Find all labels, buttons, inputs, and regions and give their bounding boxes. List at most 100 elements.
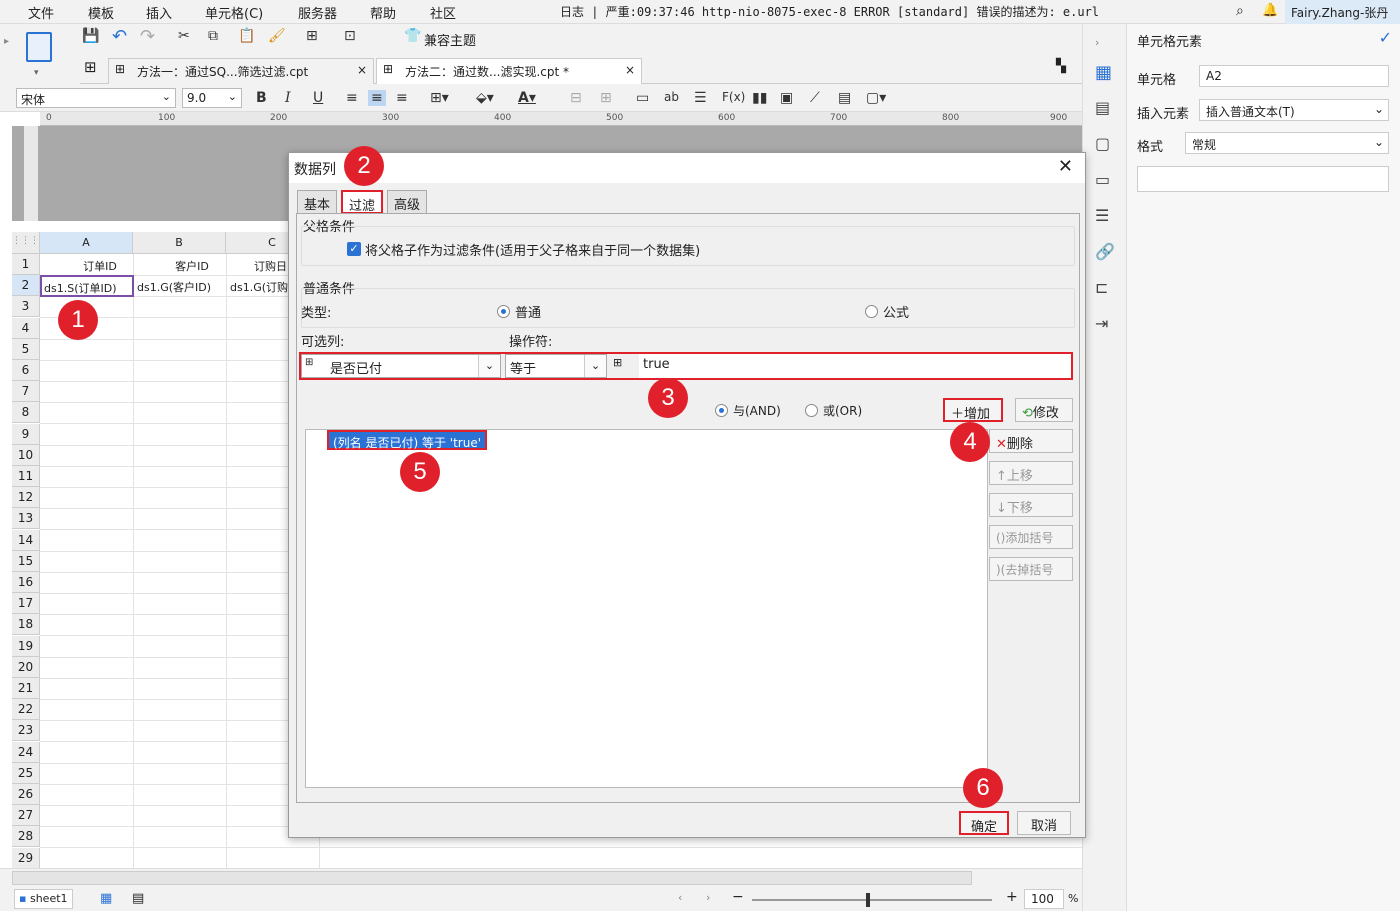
- column-header-b[interactable]: B: [133, 232, 226, 254]
- user-name[interactable]: Fairy.Zhang-张丹: [1285, 0, 1400, 24]
- row-header[interactable]: 9: [12, 423, 40, 445]
- format-select[interactable]: 常规 ⌄: [1185, 132, 1389, 154]
- cell-a2[interactable]: ds1.S(订单ID): [40, 275, 134, 297]
- row-header[interactable]: 18: [12, 614, 40, 636]
- border-icon[interactable]: ⊞▾: [430, 90, 449, 106]
- cell-b1[interactable]: 客户ID: [162, 258, 222, 274]
- image-icon[interactable]: ▣: [780, 90, 793, 106]
- menu-file[interactable]: 文件: [28, 3, 54, 22]
- close-icon[interactable]: ×: [357, 63, 367, 77]
- search-icon[interactable]: ⌕: [1236, 3, 1244, 19]
- file-tab-1[interactable]: ⊞ 方法一：通过SQ...筛选过滤.cpt ×: [108, 58, 374, 84]
- cell-element-icon[interactable]: ▦: [1095, 62, 1112, 83]
- condition-item[interactable]: (列名 是否已付) 等于 'true': [327, 430, 488, 450]
- select-all-corner[interactable]: ⋮⋮⋮: [12, 232, 40, 254]
- row-header[interactable]: 10: [12, 444, 40, 466]
- prev-page-icon[interactable]: ‹: [678, 891, 682, 904]
- row-header[interactable]: 2: [12, 275, 40, 297]
- condition-icon[interactable]: ▭: [1095, 170, 1110, 189]
- ok-button[interactable]: 确定: [959, 811, 1009, 835]
- insert-element-select[interactable]: 插入普通文本(T) ⌄: [1199, 99, 1389, 121]
- bell-icon[interactable]: 🔔: [1262, 3, 1278, 18]
- text-icon[interactable]: ab: [664, 90, 679, 104]
- search-template-icon[interactable]: ⊡: [344, 28, 356, 44]
- menu-server[interactable]: 服务器: [298, 3, 337, 22]
- widget-icon[interactable]: ▢: [1095, 134, 1110, 153]
- compat-theme-button[interactable]: 兼容主题: [424, 30, 476, 49]
- align-left-icon[interactable]: ≡: [346, 90, 358, 106]
- row-header[interactable]: 15: [12, 550, 40, 572]
- formula-icon[interactable]: F(x): [722, 90, 745, 104]
- tree-icon[interactable]: ⊏: [1095, 278, 1108, 297]
- modify-button[interactable]: ⟲修改: [1015, 398, 1073, 422]
- chevron-down-icon[interactable]: ▾: [34, 68, 39, 78]
- row-header[interactable]: 4: [12, 317, 40, 339]
- unmerge-icon[interactable]: ⊞: [600, 90, 612, 106]
- zoom-out-icon[interactable]: −: [732, 889, 744, 905]
- frame-icon[interactable]: ▢▾: [866, 90, 886, 106]
- font-size-select[interactable]: 9.0 ⌄: [182, 88, 242, 108]
- text-field-icon[interactable]: ▭: [636, 90, 649, 106]
- cell-attribute-icon[interactable]: ▤: [1095, 98, 1110, 117]
- import-icon[interactable]: ⇥: [1095, 314, 1108, 333]
- row-header[interactable]: 1: [12, 254, 40, 275]
- and-radio[interactable]: [715, 404, 728, 417]
- chart-icon[interactable]: ▮▮: [752, 90, 767, 106]
- menu-template[interactable]: 模板: [88, 3, 114, 22]
- row-header[interactable]: 8: [12, 402, 40, 424]
- row-header[interactable]: 26: [12, 784, 40, 805]
- grid-icon[interactable]: ⊞: [84, 58, 97, 76]
- cell-content-field[interactable]: [1137, 166, 1389, 192]
- link-icon[interactable]: 🔗: [1095, 242, 1115, 261]
- row-header[interactable]: 19: [12, 635, 40, 657]
- row-header[interactable]: 16: [12, 572, 40, 593]
- type-normal-radio[interactable]: [497, 305, 510, 318]
- row-header[interactable]: 14: [12, 529, 40, 551]
- align-center-icon[interactable]: ≡: [368, 90, 386, 106]
- undo-icon[interactable]: ↶: [112, 26, 127, 47]
- menu-community[interactable]: 社区: [430, 3, 456, 22]
- row-header[interactable]: 6: [12, 360, 40, 381]
- collapse-arrow-icon[interactable]: ›: [1095, 36, 1099, 49]
- cell-b2[interactable]: ds1.G(客户ID): [137, 279, 225, 295]
- row-header[interactable]: 20: [12, 656, 40, 678]
- fill-color-icon[interactable]: ⬙▾: [476, 90, 494, 106]
- subreport-icon[interactable]: ▤: [838, 90, 851, 106]
- row-header[interactable]: 27: [12, 805, 40, 827]
- next-page-icon[interactable]: ›: [706, 891, 710, 904]
- zoom-in-icon[interactable]: +: [1006, 889, 1018, 905]
- row-header[interactable]: 5: [12, 338, 40, 360]
- file-tab-2[interactable]: ⊞ 方法二：通过数...滤实现.cpt * ×: [376, 58, 642, 84]
- format-painter-icon[interactable]: 🖌: [268, 28, 286, 44]
- paste-icon[interactable]: 📋: [238, 28, 255, 44]
- menu-cell[interactable]: 单元格(C): [205, 3, 263, 22]
- tab-advanced[interactable]: 高级: [387, 190, 428, 214]
- richtext-icon[interactable]: ☰: [694, 90, 707, 106]
- row-header[interactable]: 25: [12, 762, 40, 784]
- theme-icon[interactable]: 👕: [404, 28, 421, 44]
- row-header[interactable]: 29: [12, 847, 40, 868]
- slash-icon[interactable]: ⟋: [810, 90, 820, 106]
- add-sheet-icon[interactable]: ▦: [100, 891, 112, 906]
- align-right-icon[interactable]: ≡: [396, 90, 408, 106]
- tab-basic[interactable]: 基本: [297, 190, 338, 214]
- move-down-button[interactable]: ↓下移: [989, 493, 1073, 517]
- italic-icon[interactable]: I: [285, 90, 291, 106]
- menu-help[interactable]: 帮助: [370, 3, 396, 22]
- underline-icon[interactable]: U: [313, 90, 323, 106]
- type-formula-radio[interactable]: [865, 305, 878, 318]
- zoom-slider[interactable]: [752, 899, 992, 901]
- zoom-slider-handle[interactable]: [866, 893, 870, 907]
- cut-icon[interactable]: ✂: [178, 28, 190, 44]
- or-radio[interactable]: [805, 404, 818, 417]
- row-header[interactable]: 12: [12, 487, 40, 509]
- row-header[interactable]: 11: [12, 466, 40, 487]
- row-header[interactable]: 7: [12, 381, 40, 403]
- bold-icon[interactable]: B: [256, 90, 267, 106]
- add-bracket-button[interactable]: ()添加括号: [989, 525, 1073, 549]
- row-header[interactable]: 28: [12, 826, 40, 848]
- row-header[interactable]: 21: [12, 678, 40, 699]
- remove-bracket-button[interactable]: )(去掉括号: [989, 557, 1073, 581]
- cancel-button[interactable]: 取消: [1017, 811, 1071, 835]
- tab-menu-icon[interactable]: ▚: [1056, 59, 1066, 74]
